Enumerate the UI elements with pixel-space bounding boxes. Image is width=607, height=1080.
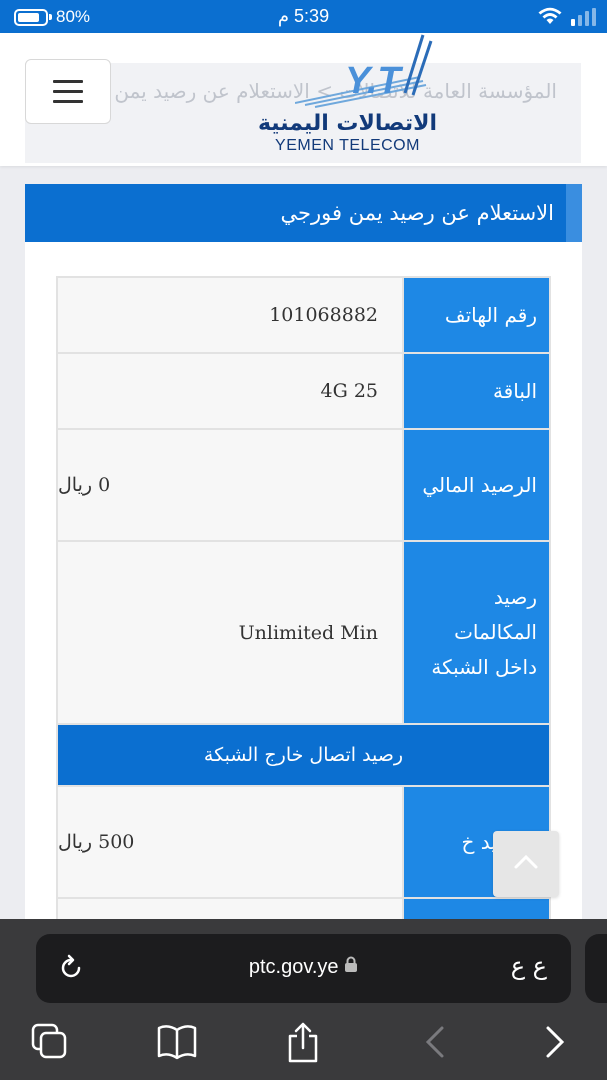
offnet-balance-value: 500 ريال: [56, 785, 404, 899]
table-row: Unlimited Min رصيد المكالمات داخل الشبكة: [56, 540, 551, 725]
logo-mark: Y.T: [294, 33, 435, 115]
chevron-right-icon[interactable]: [540, 1022, 570, 1066]
signal-icon: [571, 7, 597, 30]
logo-arabic-text: الاتصالات اليمنية: [257, 111, 438, 136]
onnet-minutes-label: رصيد المكالمات داخل الشبكة: [402, 540, 551, 725]
logo-english-text: YEMEN TELECOM: [275, 137, 420, 154]
package-label: الباقة: [402, 352, 551, 430]
main-content: الاستعلام عن رصيد يمن فورجي 101068882 رق…: [25, 184, 582, 959]
table-row: 4G 25 الباقة: [56, 352, 551, 430]
yemen-telecom-logo[interactable]: Y.T الاتصالات اليمنية YEMEN TELECOM: [255, 33, 445, 161]
chevron-left-icon[interactable]: [420, 1022, 450, 1066]
site-header: المؤسسة العامة للاتصالات > الاستعلام عن …: [0, 33, 607, 166]
url-display[interactable]: ptc.gov.ye: [36, 956, 571, 979]
balance-table: 101068882 رقم الهاتف 4G 25 الباقة 0 ريال…: [56, 276, 551, 959]
lock-icon: [344, 956, 358, 978]
scroll-to-top-button[interactable]: [493, 831, 559, 897]
money-balance-value: 0 ريال: [56, 428, 404, 542]
text-size-button[interactable]: ع ع: [511, 952, 547, 980]
onnet-minutes-value: Unlimited Min: [56, 540, 404, 725]
clock: 5:39 م: [277, 6, 330, 26]
tabs-icon[interactable]: [30, 1022, 70, 1066]
book-icon[interactable]: [156, 1022, 198, 1066]
package-value: 4G 25: [56, 352, 404, 430]
table-row: 0 ريال الرصيد المالي: [56, 428, 551, 542]
phone-number-label: رقم الهاتف: [402, 276, 551, 354]
money-balance-label: الرصيد المالي: [402, 428, 551, 542]
url-text: ptc.gov.ye: [248, 956, 339, 978]
browser-toolbar: ptc.gov.ye ع ع: [0, 919, 607, 1080]
chevron-up-icon: [513, 854, 539, 874]
offnet-section-title: رصيد اتصال خارج الشبكة: [56, 723, 551, 787]
table-row: 500 ريال الرصيد خ: [56, 785, 551, 899]
next-tab-peek[interactable]: [585, 934, 607, 1003]
address-bar[interactable]: ptc.gov.ye ع ع: [36, 934, 571, 1003]
menu-button[interactable]: [25, 59, 111, 124]
status-bar: 80% 5:39 م: [0, 0, 607, 33]
svg-text:Y.T: Y.T: [345, 60, 403, 102]
phone-number-value: 101068882: [56, 276, 404, 354]
page-title: الاستعلام عن رصيد يمن فورجي: [25, 184, 582, 242]
share-icon[interactable]: [285, 1022, 321, 1068]
table-row: 101068882 رقم الهاتف: [56, 276, 551, 354]
section-header-row: رصيد اتصال خارج الشبكة: [56, 723, 551, 787]
wifi-icon: [537, 7, 563, 30]
